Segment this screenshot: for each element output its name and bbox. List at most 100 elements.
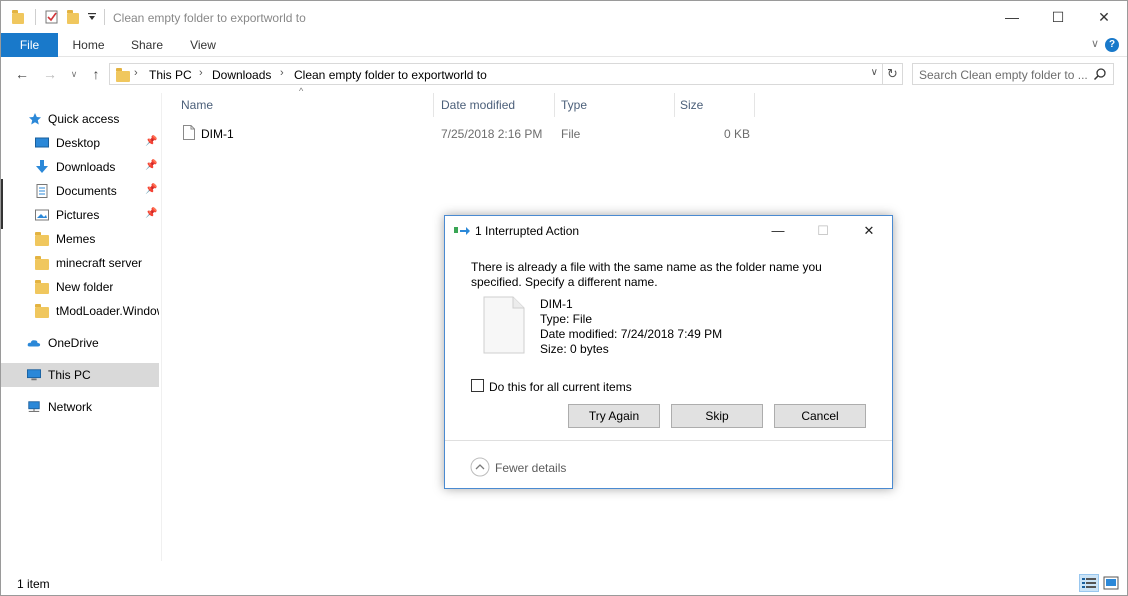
sidebar-item-desktop[interactable]: Desktop 📌 [1, 131, 159, 155]
dialog-close-button[interactable]: ✕ [854, 220, 884, 242]
conflict-file-size: Size: 0 bytes [540, 342, 609, 356]
folder-icon [35, 256, 49, 270]
maximize-button[interactable]: ☐ [1035, 1, 1081, 33]
sidebar-item-label: Downloads [56, 160, 116, 174]
search-icon[interactable] [1093, 67, 1107, 81]
column-divider[interactable] [754, 93, 755, 117]
file-icon [483, 296, 525, 354]
dialog-divider [445, 440, 892, 441]
chevron-right-icon: › [199, 67, 203, 79]
sidebar-item-this-pc[interactable]: This PC [1, 363, 159, 387]
ribbon-tabs: File Home Share View ∨ ? [1, 33, 1127, 57]
chevron-up-circle-icon[interactable] [470, 457, 490, 477]
apply-to-all-checkbox[interactable] [471, 379, 484, 392]
search-input[interactable] [919, 67, 1089, 82]
dialog-minimize-button[interactable]: — [763, 220, 793, 242]
up-arrow-icon[interactable]: ↑ [87, 65, 105, 83]
pin-icon: 📌 [145, 160, 158, 171]
document-icon [36, 184, 48, 198]
details-view-button[interactable] [1079, 574, 1099, 592]
search-box[interactable] [912, 63, 1114, 85]
fewer-details-link[interactable]: Fewer details [495, 461, 566, 475]
interrupted-action-dialog: 1 Interrupted Action — ☐ ✕ There is alre… [444, 215, 893, 489]
new-folder-icon[interactable] [66, 9, 82, 25]
file-type: File [561, 127, 581, 141]
large-icons-view-icon [1103, 576, 1119, 590]
sidebar-item-label: New folder [56, 280, 114, 294]
close-button[interactable]: ✕ [1081, 1, 1127, 33]
cloud-icon [27, 340, 41, 347]
folder-icon [116, 68, 130, 82]
title-separator [104, 9, 105, 25]
breadcrumb-downloads[interactable]: Downloads [212, 68, 271, 82]
dialog-maximize-button[interactable]: ☐ [808, 220, 838, 242]
column-header-size[interactable]: Size [670, 93, 754, 117]
column-header-date[interactable]: Date modified [431, 93, 551, 117]
address-bar[interactable]: › This PC › Downloads › Clean empty fold… [109, 63, 883, 85]
cancel-button[interactable]: Cancel [774, 404, 866, 428]
desktop-icon [35, 137, 49, 148]
download-arrow-icon [36, 160, 48, 173]
window-edge-mark [1, 179, 3, 229]
conflict-file-date: Date modified: 7/24/2018 7:49 PM [540, 327, 723, 341]
sidebar-item-label: tModLoader.Windows [56, 304, 159, 318]
dialog-message: There is already a file with the same na… [471, 260, 822, 289]
file-date: 7/25/2018 2:16 PM [441, 127, 543, 141]
sidebar-item-label: Desktop [56, 136, 101, 150]
star-icon [29, 113, 41, 125]
computer-icon [27, 369, 41, 381]
folder-icon [11, 9, 27, 25]
sidebar-item-pictures[interactable]: Pictures 📌 [1, 203, 159, 227]
sidebar-item-network[interactable]: Network [1, 395, 159, 419]
recent-locations-icon[interactable]: ∨ [65, 65, 83, 83]
skip-button[interactable]: Skip [671, 404, 763, 428]
table-row[interactable]: DIM-1 7/25/2018 2:16 PM File 0 KB [171, 122, 761, 144]
pane-splitter[interactable] [161, 93, 162, 561]
minimize-button[interactable]: — [989, 1, 1035, 33]
pin-icon: 📌 [145, 208, 158, 219]
conflict-file-name: DIM-1 [540, 297, 573, 311]
title-divider [35, 9, 36, 25]
item-count: 1 item [17, 577, 50, 591]
sidebar-item-quick-access[interactable]: Quick access [1, 107, 159, 131]
sidebar-item-label: Documents [56, 184, 117, 198]
dialog-title: 1 Interrupted Action [475, 224, 580, 238]
expand-ribbon-icon[interactable]: ∨ [1091, 37, 1099, 50]
sidebar-item-documents[interactable]: Documents 📌 [1, 179, 159, 203]
breadcrumb-current-folder[interactable]: Clean empty folder to exportworld to [294, 68, 487, 82]
try-again-button[interactable]: Try Again [568, 404, 660, 428]
sidebar-item-new-folder[interactable]: New folder [1, 275, 159, 299]
navigation-pane: Quick access Desktop 📌 Downloads 📌 Docum… [1, 93, 161, 563]
file-size: 0 KB [724, 127, 751, 141]
chevron-down-icon[interactable]: ∨ [871, 67, 878, 78]
tab-view[interactable]: View [177, 33, 229, 57]
large-icons-view-button[interactable] [1101, 574, 1121, 592]
breadcrumb-this-pc[interactable]: This PC [149, 68, 192, 82]
chevron-right-icon: › [280, 67, 284, 79]
tab-home[interactable]: Home [60, 33, 117, 57]
network-icon [28, 401, 40, 412]
folder-icon [35, 232, 49, 246]
sidebar-item-downloads[interactable]: Downloads 📌 [1, 155, 159, 179]
back-arrow-icon[interactable]: ← [13, 65, 31, 83]
sidebar-item-memes[interactable]: Memes [1, 227, 159, 251]
forward-arrow-icon[interactable]: → [41, 65, 59, 83]
file-icon [183, 125, 195, 140]
folder-icon [35, 280, 49, 294]
customize-toolbar-icon[interactable] [87, 11, 103, 27]
sidebar-item-onedrive[interactable]: OneDrive [1, 331, 159, 355]
sidebar-item-minecraft-server[interactable]: minecraft server [1, 251, 159, 275]
sidebar-item-label: This PC [48, 368, 91, 382]
sidebar-item-label: Network [48, 400, 93, 414]
column-header-name[interactable]: Name [171, 93, 433, 117]
properties-icon[interactable] [44, 9, 60, 25]
column-header-type[interactable]: Type [551, 93, 671, 117]
tab-file[interactable]: File [1, 33, 58, 57]
refresh-icon[interactable]: ↻ [883, 63, 903, 85]
sidebar-item-label: Memes [56, 232, 96, 246]
apply-to-all-label[interactable]: Do this for all current items [489, 380, 632, 394]
tab-share[interactable]: Share [119, 33, 175, 57]
sidebar-item-tmodloader[interactable]: tModLoader.Windows [1, 299, 159, 323]
help-icon[interactable]: ? [1105, 38, 1119, 52]
chevron-right-icon: › [134, 67, 138, 79]
